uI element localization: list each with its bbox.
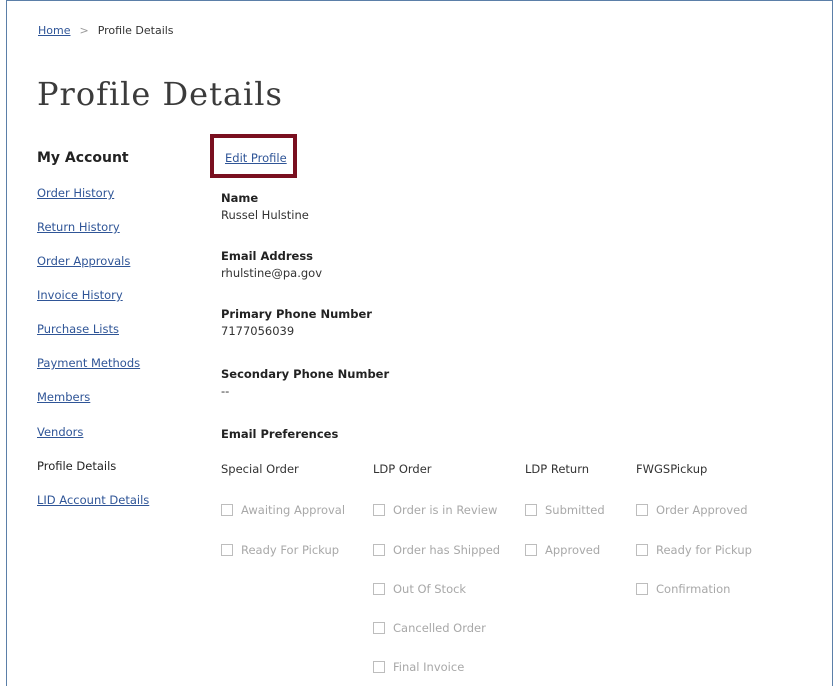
column-header-fwgspickup: FWGSPickup	[636, 462, 708, 476]
checkbox-label: Approved	[545, 543, 601, 557]
checkbox-cancelled-order[interactable]: Cancelled Order	[373, 621, 486, 635]
edit-profile-highlight: Edit Profile	[210, 134, 297, 178]
checkbox-order-approved[interactable]: Order Approved	[636, 503, 748, 517]
name-label: Name	[221, 191, 259, 205]
secondary-phone-value: --	[221, 384, 230, 398]
checkbox-awaiting-approval[interactable]: Awaiting Approval	[221, 503, 345, 517]
column-header-special-order: Special Order	[221, 462, 299, 476]
secondary-phone-label: Secondary Phone Number	[221, 367, 390, 381]
checkbox-label: Confirmation	[656, 582, 731, 596]
checkbox-icon[interactable]	[373, 661, 385, 673]
sidebar-item-order-approvals[interactable]: Order Approvals	[37, 254, 130, 268]
breadcrumb-current: Profile Details	[97, 24, 174, 37]
checkbox-label: Awaiting Approval	[241, 503, 346, 517]
name-value: Russel Hulstine	[221, 208, 309, 222]
sidebar-item-return-history[interactable]: Return History	[37, 220, 120, 234]
checkbox-final-invoice[interactable]: Final Invoice	[373, 660, 464, 674]
checkbox-order-has-shipped[interactable]: Order has Shipped	[373, 543, 500, 557]
breadcrumb: Home > Profile Details	[38, 24, 174, 37]
checkbox-label: Submitted	[545, 503, 605, 517]
column-header-ldp-return: LDP Return	[525, 462, 590, 476]
edit-profile-link[interactable]: Edit Profile	[225, 151, 287, 165]
checkbox-label: Order Approved	[656, 503, 748, 517]
checkbox-icon[interactable]	[636, 544, 648, 556]
checkbox-icon[interactable]	[525, 544, 537, 556]
checkbox-icon[interactable]	[221, 504, 233, 516]
checkbox-label: Order is in Review	[393, 503, 498, 517]
email-preferences-label: Email Preferences	[221, 427, 339, 441]
checkbox-fwgs-ready-for-pickup[interactable]: Ready for Pickup	[636, 543, 752, 557]
sidebar-item-lid-account-details[interactable]: LID Account Details	[37, 493, 149, 507]
checkbox-approved[interactable]: Approved	[525, 543, 600, 557]
column-header-ldp-order: LDP Order	[373, 462, 432, 476]
checkbox-icon[interactable]	[373, 504, 385, 516]
checkbox-label: Order has Shipped	[393, 543, 501, 557]
checkbox-order-in-review[interactable]: Order is in Review	[373, 503, 497, 517]
primary-phone-label: Primary Phone Number	[221, 307, 372, 321]
checkbox-icon[interactable]	[373, 583, 385, 595]
sidebar-item-profile-details: Profile Details	[37, 459, 117, 473]
checkbox-label: Cancelled Order	[393, 621, 486, 635]
sidebar-item-invoice-history[interactable]: Invoice History	[37, 288, 123, 302]
sidebar-item-order-history[interactable]: Order History	[37, 186, 114, 200]
checkbox-ready-for-pickup[interactable]: Ready For Pickup	[221, 543, 339, 557]
checkbox-label: Ready for Pickup	[656, 543, 752, 557]
page-title: Profile Details	[37, 75, 283, 113]
primary-phone-value: 7177056039	[221, 324, 295, 338]
checkbox-submitted[interactable]: Submitted	[525, 503, 605, 517]
sidebar-item-purchase-lists[interactable]: Purchase Lists	[37, 322, 119, 336]
checkbox-out-of-stock[interactable]: Out Of Stock	[373, 582, 466, 596]
email-label: Email Address	[221, 249, 314, 263]
checkbox-icon[interactable]	[636, 504, 648, 516]
checkbox-confirmation[interactable]: Confirmation	[636, 582, 730, 596]
sidebar-item-members[interactable]: Members	[37, 390, 90, 404]
email-value: rhulstine@pa.gov	[221, 266, 323, 280]
checkbox-icon[interactable]	[525, 504, 537, 516]
checkbox-icon[interactable]	[373, 544, 385, 556]
checkbox-icon[interactable]	[373, 622, 385, 634]
sidebar-item-vendors[interactable]: Vendors	[37, 425, 83, 439]
breadcrumb-separator-icon: >	[79, 24, 89, 37]
sidebar-title: My Account	[37, 150, 129, 166]
sidebar-item-payment-methods[interactable]: Payment Methods	[37, 356, 140, 370]
checkbox-label: Ready For Pickup	[241, 543, 340, 557]
breadcrumb-home-link[interactable]: Home	[38, 24, 70, 37]
checkbox-icon[interactable]	[221, 544, 233, 556]
page-frame: Home > Profile Details Profile Details My …	[6, 0, 833, 686]
checkbox-label: Out Of Stock	[393, 582, 467, 596]
checkbox-label: Final Invoice	[393, 660, 465, 674]
checkbox-icon[interactable]	[636, 583, 648, 595]
